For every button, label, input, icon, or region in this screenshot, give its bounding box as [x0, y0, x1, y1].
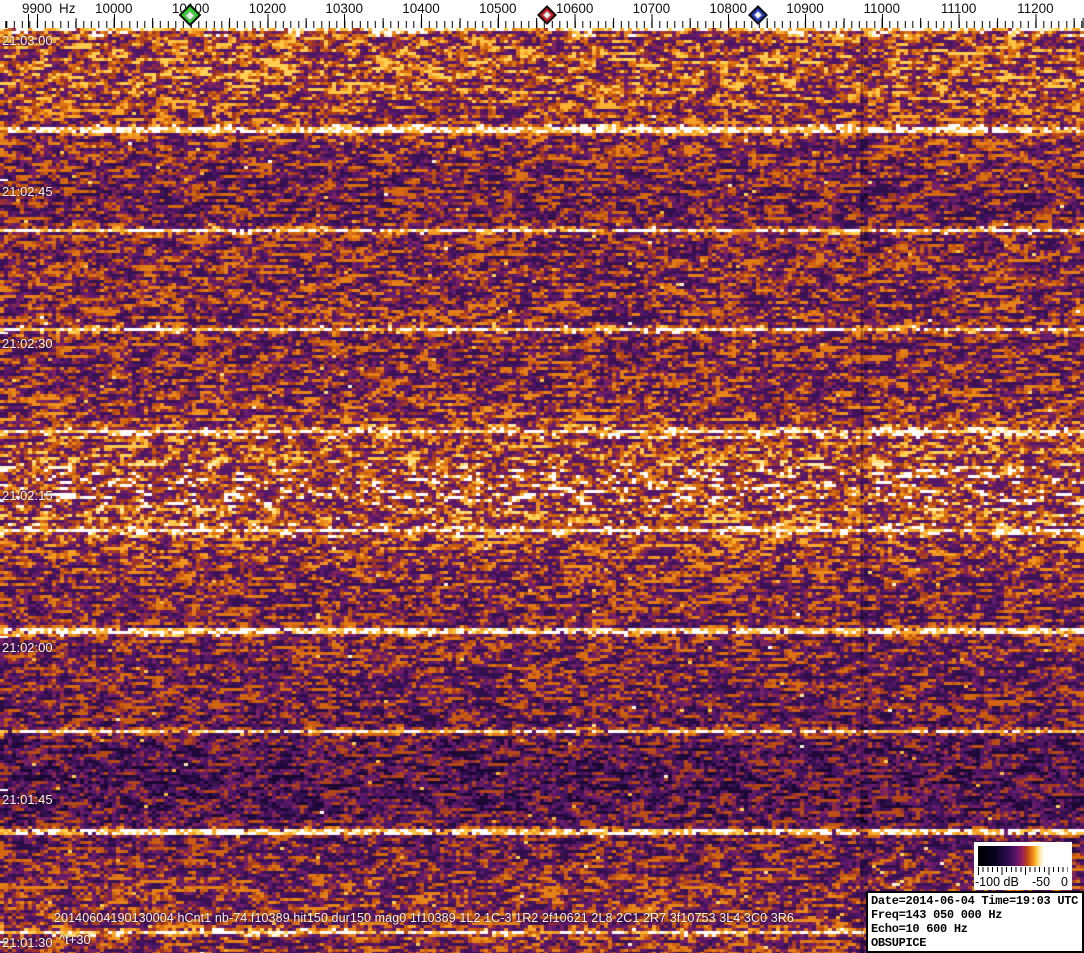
spectrogram-waterfall[interactable]	[0, 28, 1084, 953]
info-station: OBSUPICE	[871, 936, 927, 950]
info-date-time: Date=2014-06-04 Time=19:03 UTC	[871, 894, 1079, 908]
time-label: 21:02:45	[2, 184, 53, 199]
time-label: 21:02:15	[2, 488, 53, 503]
freq-tick-label: 10500	[479, 1, 517, 16]
time-label: 21:02:00	[2, 640, 53, 655]
legend-major-ticks	[978, 867, 1068, 875]
info-frequency: Freq=143 050 000 Hz	[871, 908, 1003, 922]
freq-tick-label: 10600	[555, 1, 594, 16]
time-label: 21:01:30	[2, 935, 53, 950]
freq-tick-label: 10000	[95, 1, 133, 16]
frequency-unit-label: Hz	[59, 1, 76, 16]
db-mid-label: -50	[1032, 875, 1051, 889]
frequency-ruler: Hz 9900100001010010200103001040010500106…	[0, 0, 1084, 28]
db-max-label: 0	[1061, 875, 1068, 889]
freq-tick-label: 11100	[940, 1, 977, 16]
freq-tick-label: 11200	[1017, 1, 1054, 16]
freq-tick-label: 10200	[248, 1, 287, 16]
freq-tick-label: 10400	[402, 1, 440, 16]
freq-tick-label: 10700	[632, 1, 671, 16]
observation-info-box: Date=2014-06-04 Time=19:03 UTC Freq=143 …	[866, 891, 1084, 953]
freq-tick-label: 10300	[325, 1, 363, 16]
red-diamond-center	[542, 10, 552, 20]
spectrum-analyzer-window: Hz 9900100001010010200103001040010500106…	[0, 0, 1084, 953]
detection-log-text: 20140604190130004 hCnt1 nb-74 f10389 hit…	[54, 911, 794, 925]
db-min-label: -100 dB	[975, 875, 1019, 889]
time-label: 21:02:30	[2, 336, 53, 351]
cursor-time-offset-label: ^t+30	[59, 932, 91, 947]
freq-tick-label: 10900	[786, 1, 824, 16]
color-gradient-bar	[978, 846, 1068, 866]
blue-diamond-center	[753, 10, 763, 20]
freq-tick-label: 10800	[709, 1, 747, 16]
freq-tick-label: 11000	[863, 1, 901, 16]
db-color-scale: -100 dB -50 0	[974, 842, 1072, 890]
time-label: 21:03:00	[2, 33, 53, 48]
time-label: 21:01:45	[2, 792, 53, 807]
info-echo: Echo=10 600 Hz	[871, 922, 968, 936]
freq-tick-label: 9900	[21, 1, 53, 16]
green-diamond-center	[185, 10, 195, 20]
